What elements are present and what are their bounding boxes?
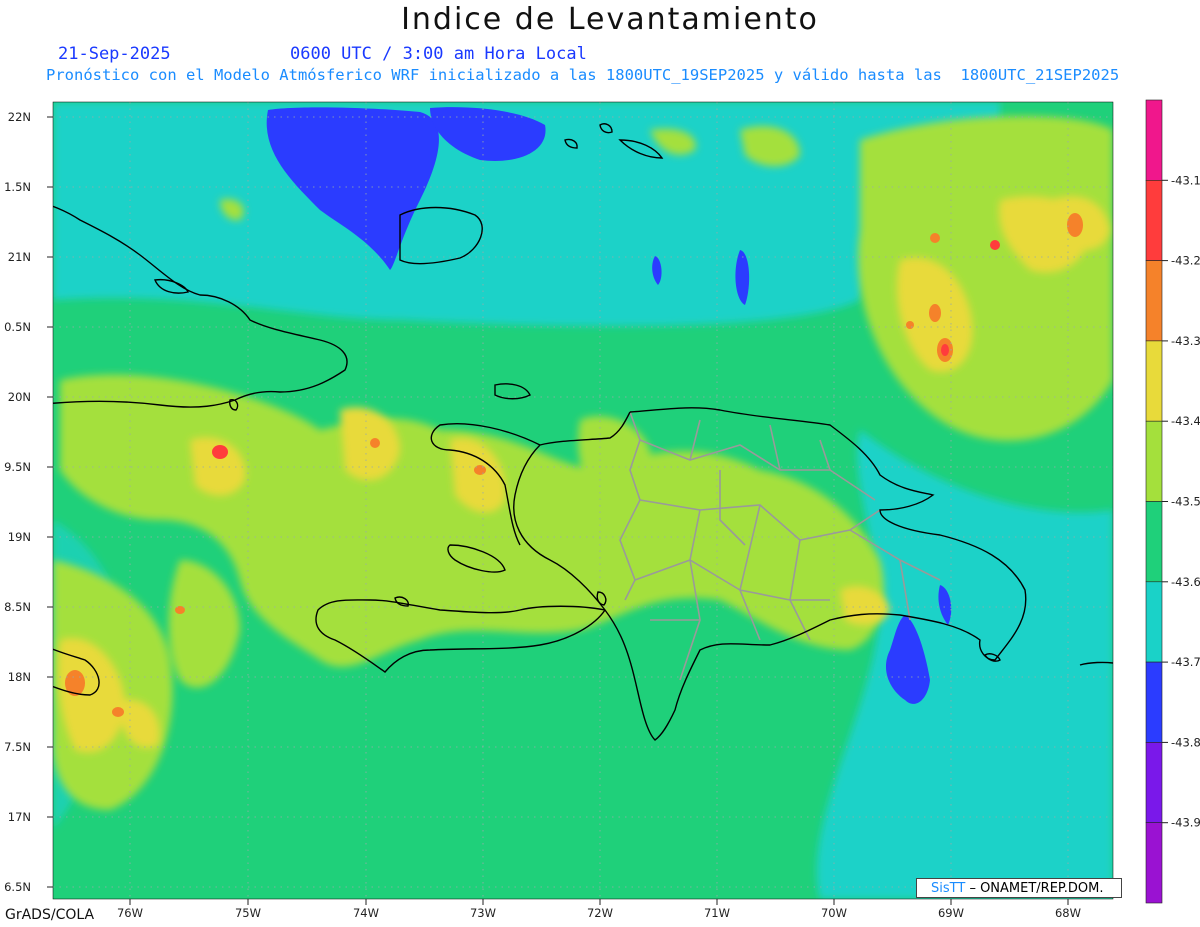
credit-brand: SisTT (931, 881, 966, 896)
forecast-field (53, 102, 1113, 899)
latitude-labels: 22N 1.5N 21N 0.5N 20N 9.5N 19N 8.5N 18N 7.5N 17N 6.… (4, 110, 53, 894)
colorbar-segment (1145, 501, 1163, 583)
colorbar-segment (1145, 260, 1163, 342)
lon-label: 75W (235, 906, 261, 920)
colorbar-segment (1145, 340, 1163, 422)
lon-label: 73W (470, 906, 496, 920)
lifted-index-map: 22N 1.5N 21N 0.5N 20N 9.5N 19N 8.5N 18N 7.5N 17N 6.… (4, 99, 1200, 920)
colorbar-label: -43.9 (1171, 816, 1200, 830)
credit-text: – ONAMET/REP.DOM. (969, 881, 1104, 896)
colorbar-segment (1145, 420, 1163, 502)
lat-label: 21N (8, 250, 31, 264)
lat-label: 0.5N (4, 320, 31, 334)
lat-label: 1.5N (4, 180, 31, 194)
credit-box: SisTT – ONAMET/REP.DOM. (916, 878, 1122, 898)
colorbar: -43.1 -43.2 -43.3 -43.4 -43.5 -43.6 -43.7 -43.8… (1145, 99, 1200, 904)
colorbar-label: -43.5 (1171, 495, 1200, 509)
lon-label: 69W (938, 906, 964, 920)
lat-label: 22N (8, 110, 31, 124)
lon-label: 70W (821, 906, 847, 920)
lat-label: 9.5N (4, 460, 31, 474)
lat-label: 18N (8, 670, 31, 684)
lat-label: 19N (8, 530, 31, 544)
colorbar-label: -43.3 (1171, 334, 1200, 348)
lat-label: 20N (8, 390, 31, 404)
colorbar-segment (1145, 180, 1163, 261)
lon-label: 68W (1055, 906, 1081, 920)
colorbar-label: -43.2 (1171, 254, 1200, 268)
lat-label: 7.5N (4, 740, 31, 754)
lon-label: 72W (587, 906, 613, 920)
lat-label: 17N (8, 810, 31, 824)
lon-label: 74W (353, 906, 379, 920)
lat-label: 6.5N (4, 880, 31, 894)
colorbar-segment (1145, 661, 1163, 743)
longitude-labels: 76W 75W 74W 73W 72W 71W 70W 69W 68W (117, 899, 1081, 920)
colorbar-segment (1145, 99, 1163, 181)
colorbar-label: -43.8 (1171, 735, 1200, 749)
colorbar-label: -43.1 (1171, 173, 1200, 187)
colorbar-label: -43.4 (1171, 414, 1200, 428)
colorbar-segment (1145, 581, 1163, 663)
lon-label: 76W (117, 906, 143, 920)
colorbar-segment (1145, 742, 1163, 824)
lat-label: 8.5N (4, 600, 31, 614)
colorbar-segment (1145, 822, 1163, 904)
lon-label: 71W (704, 906, 730, 920)
colorbar-label: -43.7 (1171, 655, 1200, 669)
footer-label: GrADS/COLA (5, 907, 95, 923)
colorbar-label: -43.6 (1171, 575, 1200, 589)
